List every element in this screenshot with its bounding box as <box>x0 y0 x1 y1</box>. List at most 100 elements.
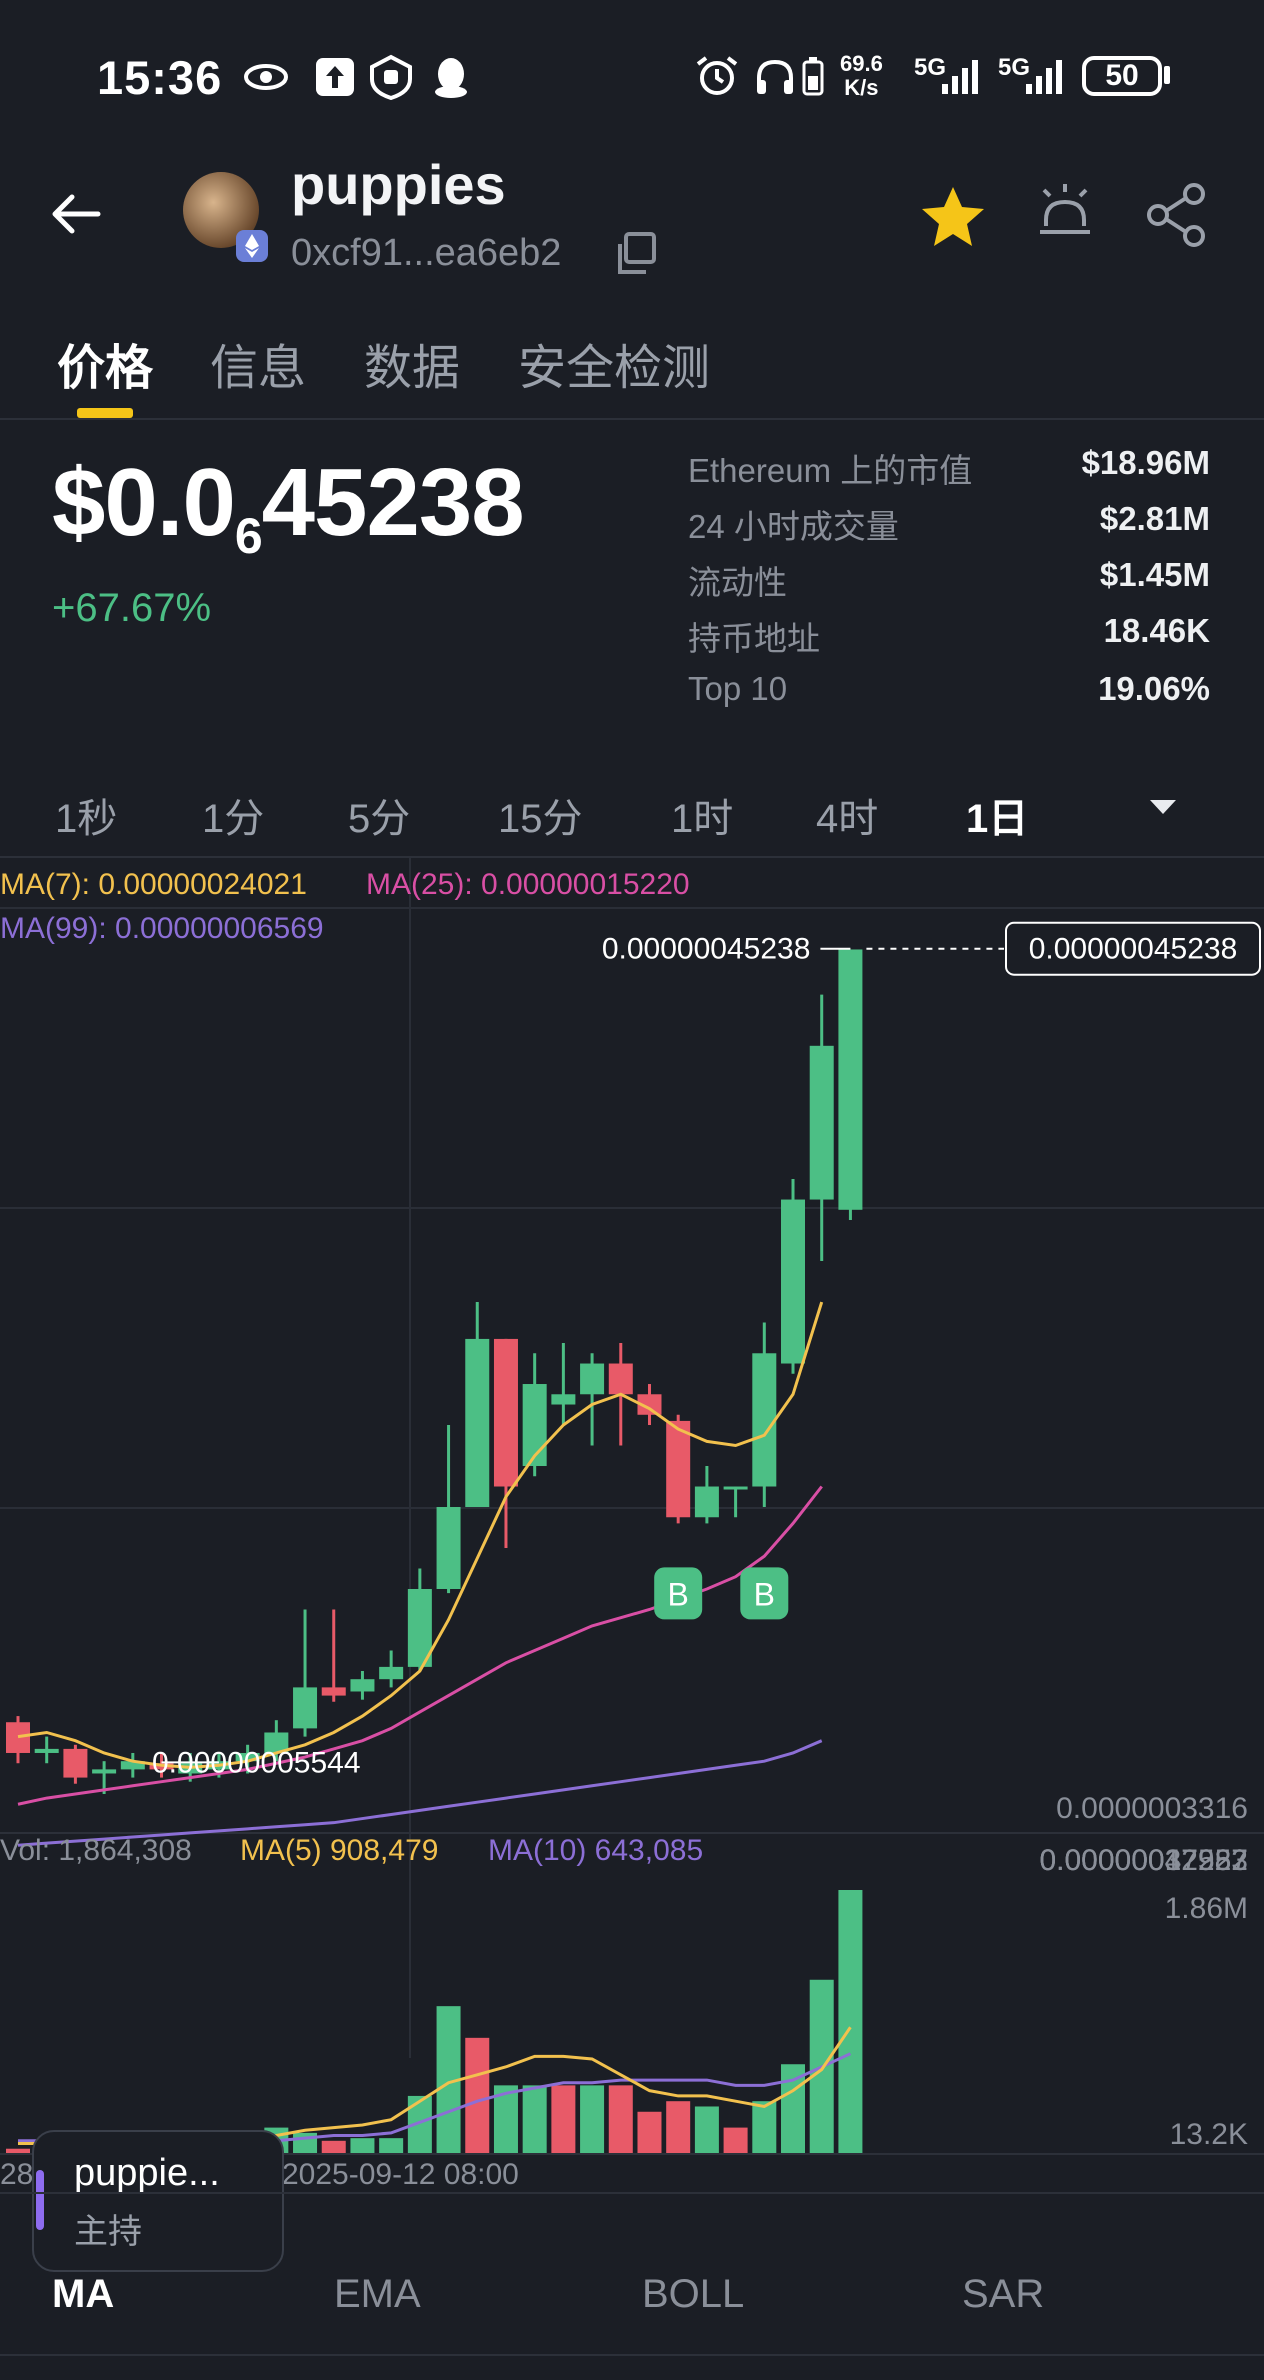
volume-bar <box>321 2140 346 2154</box>
current-price: $0.0645238 <box>52 449 525 564</box>
token-address: 0xcf91...ea6eb2 <box>291 232 562 274</box>
stat-label-marketcap: Ethereum 上的市值 <box>688 452 973 489</box>
ma25-label: MA(25): 0.00000015220 <box>366 868 690 901</box>
candle <box>723 1486 748 1490</box>
stat-label-holders: 持币地址 <box>688 620 820 657</box>
candle <box>752 1353 777 1487</box>
ma99-label: MA(99): 0.00000006569 <box>0 912 324 945</box>
tab-info[interactable]: 信息 <box>210 328 306 398</box>
volume-bar <box>465 2037 490 2154</box>
low-price-label: 0.00000005544 <box>152 1746 361 1779</box>
candle <box>63 1748 88 1778</box>
indicator-divider <box>0 2192 1264 2194</box>
y-tick-label: 0.0000003316 <box>1056 1792 1248 1825</box>
candle <box>666 1420 691 1518</box>
vol-y-tick: 13.2K <box>1170 2118 1248 2151</box>
vol-label: Vol: 1,864,308 <box>0 1834 192 1867</box>
volume-bar <box>350 2138 375 2154</box>
vol-y-tick: 1.86M <box>1165 1892 1248 1925</box>
last-price-tag: 0.00000045238 <box>1029 933 1238 966</box>
candle <box>838 949 863 1210</box>
candle <box>6 1722 30 1753</box>
volume-bar <box>608 2085 633 2154</box>
headphones-icon <box>757 59 793 94</box>
battery-small-icon <box>802 57 824 96</box>
interval-dropdown-icon[interactable] <box>1150 800 1176 814</box>
tab-data[interactable]: 数据 <box>364 328 460 398</box>
volume-bar <box>752 2101 777 2154</box>
last-price-label: 0.00000045238 <box>602 933 811 966</box>
buy-marker-label: B <box>754 1576 775 1612</box>
share-icon[interactable] <box>1142 180 1212 250</box>
candle <box>551 1394 576 1405</box>
indicator-ema[interactable]: EMA <box>334 2272 421 2317</box>
upload-icon <box>316 58 354 96</box>
candle <box>350 1679 375 1692</box>
price-chart[interactable]: 0.000000472230.000000325870.000000179520… <box>0 858 1264 2190</box>
stat-label-liquidity: 流动性 <box>688 564 787 601</box>
stat-value-top10: 19.06% <box>1098 670 1210 707</box>
tabs-divider <box>0 418 1264 420</box>
star-icon[interactable] <box>918 182 988 252</box>
candle <box>436 1507 461 1590</box>
stat-value-holders: 18.46K <box>1103 612 1210 649</box>
live-card-title: puppie... <box>74 2152 220 2194</box>
candle <box>34 1748 59 1753</box>
ma7-label: MA(7): 0.00000024021 <box>0 868 307 901</box>
volume-bar <box>637 2111 662 2154</box>
y-tick-label: 0.00000017952 <box>1039 1844 1248 1877</box>
volume-bar <box>379 2138 404 2154</box>
bottom-divider <box>0 2354 1264 2356</box>
stat-value-volume: $2.81M <box>1099 500 1210 537</box>
stat-label-top10: Top 10 <box>688 670 788 707</box>
live-card-subtitle: 主持 <box>74 2213 142 2251</box>
candle <box>321 1687 346 1696</box>
stat-value-marketcap: $18.96M <box>1081 444 1210 481</box>
volume-bar <box>522 2085 547 2154</box>
volume-bar <box>580 2085 605 2154</box>
live-indicator-bar <box>36 2170 44 2230</box>
tab-price[interactable]: 价格 <box>57 328 153 398</box>
stat-label-volume: 24 小时成交量 <box>688 508 899 545</box>
indicator-boll[interactable]: BOLL <box>642 2272 744 2317</box>
ma99-line <box>17 1739 823 1847</box>
candle <box>293 1687 318 1729</box>
interval-1h[interactable]: 1时 <box>671 786 733 844</box>
interval-1m[interactable]: 1分 <box>202 786 264 844</box>
ma7-line <box>17 1301 824 1769</box>
back-arrow-icon[interactable] <box>46 184 106 244</box>
status-time: 15:36 <box>97 51 223 104</box>
candle <box>580 1363 605 1395</box>
interval-1s[interactable]: 1秒 <box>55 786 117 844</box>
interval-4h[interactable]: 4时 <box>816 786 878 844</box>
token-name: puppies <box>291 153 506 216</box>
eye-icon <box>244 64 288 90</box>
ethereum-icon <box>236 230 268 262</box>
x-tick-label: 28 <box>0 2158 33 2190</box>
indicator-sar[interactable]: SAR <box>962 2272 1044 2317</box>
candle <box>809 1045 834 1200</box>
indicator-ma[interactable]: MA <box>52 2272 114 2317</box>
qq-icon <box>435 58 467 98</box>
interval-5m[interactable]: 5分 <box>348 786 410 844</box>
tab-indicator <box>77 408 133 418</box>
candle <box>493 1338 518 1487</box>
interval-15m[interactable]: 15分 <box>498 786 583 844</box>
stat-value-liquidity: $1.45M <box>1099 556 1210 593</box>
net-speed: 69.6 K/s <box>840 51 883 100</box>
buy-marker-label: B <box>668 1576 689 1612</box>
battery-tip <box>1164 66 1170 84</box>
tab-security[interactable]: 安全检测 <box>518 328 710 398</box>
vol-ma5-label: MA(5) 908,479 <box>240 1834 438 1867</box>
volume-bar <box>838 1890 863 2154</box>
signal-icon <box>1026 60 1062 94</box>
interval-1d[interactable]: 1日 <box>966 786 1028 844</box>
volume-bar <box>723 2127 748 2154</box>
copy-icon[interactable] <box>612 230 660 278</box>
shield-hand-icon <box>370 54 412 100</box>
candle <box>465 1338 490 1508</box>
alarm-clock-icon <box>696 56 738 95</box>
volume-bar <box>666 2101 691 2154</box>
alert-icon[interactable] <box>1032 180 1098 246</box>
vol-ma10-label: MA(10) 643,085 <box>488 1834 703 1867</box>
